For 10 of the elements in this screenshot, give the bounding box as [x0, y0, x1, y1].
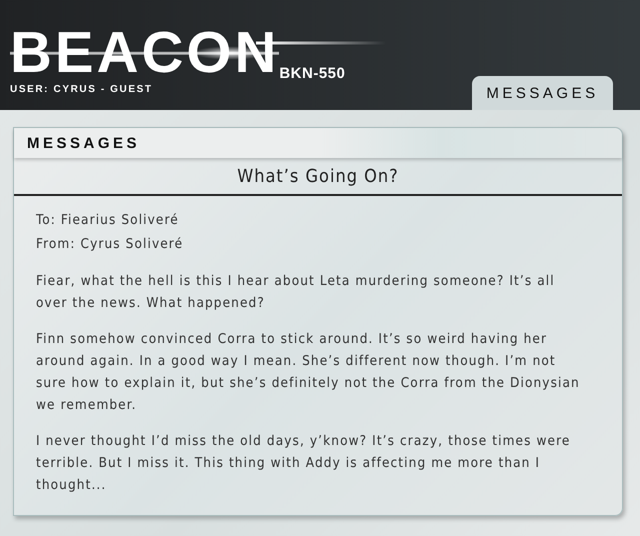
message-paragraph: I never thought I’d miss the old days, y’know? It’s crazy, those times were terrible. But I miss it. This thing with Addy is affecting me more than I thought... [36, 432, 572, 495]
model-number: BKN-550 [279, 66, 346, 81]
recipient: To: Fiearius Soliveré [36, 211, 180, 230]
message-paragraph: Fiear, what the hell is this I hear about Leta murdering someone? It’s all over the news. What happened? [36, 272, 556, 313]
message-subject: What’s Going On? [14, 158, 622, 196]
message-paragraph: Finn somehow convinced Corra to stick around. It’s so weird having her around again. In a good way I mean. She’s different now though. I’m not sure how to explain it, but she’s definitely not the Corra from the Dionysian we remember. [36, 330, 581, 415]
panel-title: MESSAGES [27, 134, 140, 152]
user-label: USER: CYRUS - GUEST [10, 84, 154, 95]
tab[interactable]: MESSAGES [472, 76, 613, 110]
sender: From: Cyrus Soliveré [36, 235, 184, 254]
